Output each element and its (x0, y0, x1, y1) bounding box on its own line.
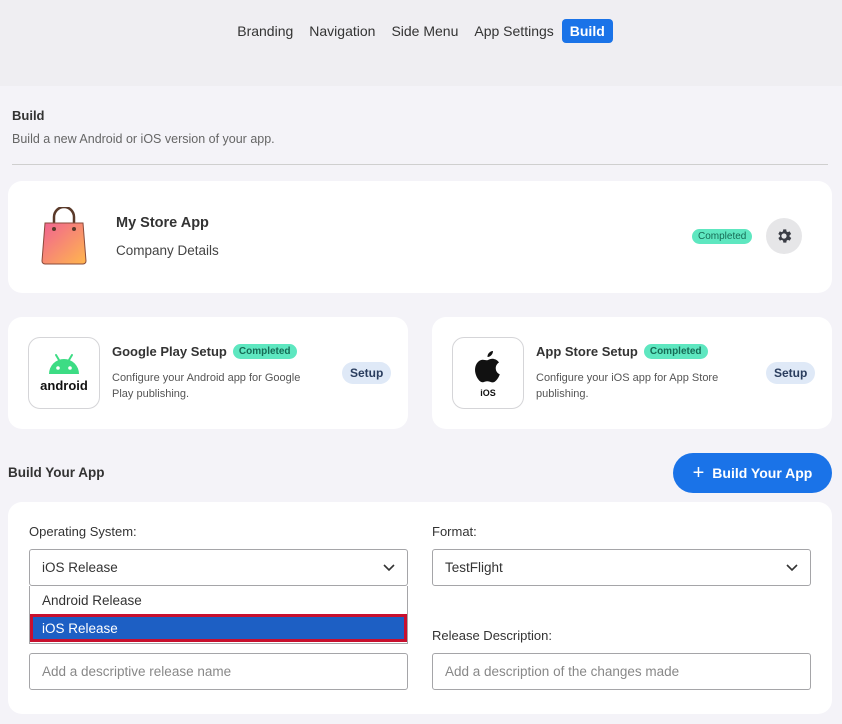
tab-side-menu[interactable]: Side Menu (383, 19, 466, 43)
os-select[interactable]: iOS Release (29, 549, 408, 586)
android-logo-text: android (40, 378, 88, 393)
release-description-input[interactable]: Add a description of the changes made (432, 653, 811, 690)
app-store-description: Configure your iOS app for App Store pub… (536, 372, 719, 400)
shopping-bag-icon (41, 207, 87, 265)
build-your-app-button[interactable]: + Build Your App (673, 453, 832, 493)
tab-navigation[interactable]: Navigation (301, 19, 383, 43)
chevron-down-icon (383, 563, 395, 571)
settings-button[interactable] (766, 218, 802, 254)
chevron-down-icon (786, 563, 798, 571)
format-select[interactable]: TestFlight (432, 549, 811, 586)
format-select-value: TestFlight (445, 560, 503, 575)
plus-icon: + (692, 462, 705, 484)
app-store-title-text: App Store Setup (536, 344, 638, 359)
app-store-status-badge: Completed (643, 344, 708, 359)
tab-bar: Branding Navigation Side Menu App Settin… (0, 19, 842, 43)
release-description-label: Release Description: (432, 628, 552, 643)
app-name: My Store App (116, 215, 209, 231)
apple-icon (475, 350, 500, 382)
app-card: My Store App Company Details Completed (8, 181, 832, 293)
android-logo: android (28, 337, 100, 409)
os-label: Operating System: (29, 524, 137, 539)
build-your-app-heading: Build Your App (8, 465, 105, 480)
android-icon (49, 354, 79, 374)
top-navigation: Branding Navigation Side Menu App Settin… (0, 0, 842, 86)
app-store-setup-button[interactable]: Setup (766, 362, 816, 384)
app-store-title: App Store Setup Completed (536, 344, 708, 359)
google-play-setup-card: android Google Play Setup Completed Conf… (8, 317, 408, 429)
google-play-title: Google Play Setup Completed (112, 344, 297, 359)
os-select-value: iOS Release (42, 560, 118, 575)
tab-branding[interactable]: Branding (229, 19, 301, 43)
format-label: Format: (432, 524, 477, 539)
page-subtitle: Build a new Android or iOS version of yo… (12, 132, 275, 146)
google-play-setup-button[interactable]: Setup (342, 362, 392, 384)
release-name-input[interactable]: Add a descriptive release name (29, 653, 408, 690)
google-play-status-badge: Completed (232, 344, 297, 359)
google-play-title-text: Google Play Setup (112, 344, 227, 359)
os-option-ios-release[interactable]: iOS Release (30, 614, 407, 642)
google-play-description: Configure your Android app for Google Pl… (112, 372, 301, 400)
company-details-link[interactable]: Company Details (116, 243, 219, 258)
app-store-setup-card: iOS App Store Setup Completed Configure … (432, 317, 832, 429)
ios-logo: iOS (452, 337, 524, 409)
os-option-android-release[interactable]: Android Release (30, 586, 407, 614)
divider (12, 164, 828, 165)
build-button-label: Build Your App (712, 465, 813, 481)
tab-app-settings[interactable]: App Settings (466, 19, 561, 43)
os-dropdown-list: Android Release iOS Release (29, 586, 408, 644)
tab-build[interactable]: Build (561, 19, 613, 43)
page-title: Build (12, 108, 45, 123)
gear-icon (778, 229, 792, 243)
ios-logo-text: iOS (480, 387, 496, 398)
status-badge: Completed (692, 229, 753, 244)
